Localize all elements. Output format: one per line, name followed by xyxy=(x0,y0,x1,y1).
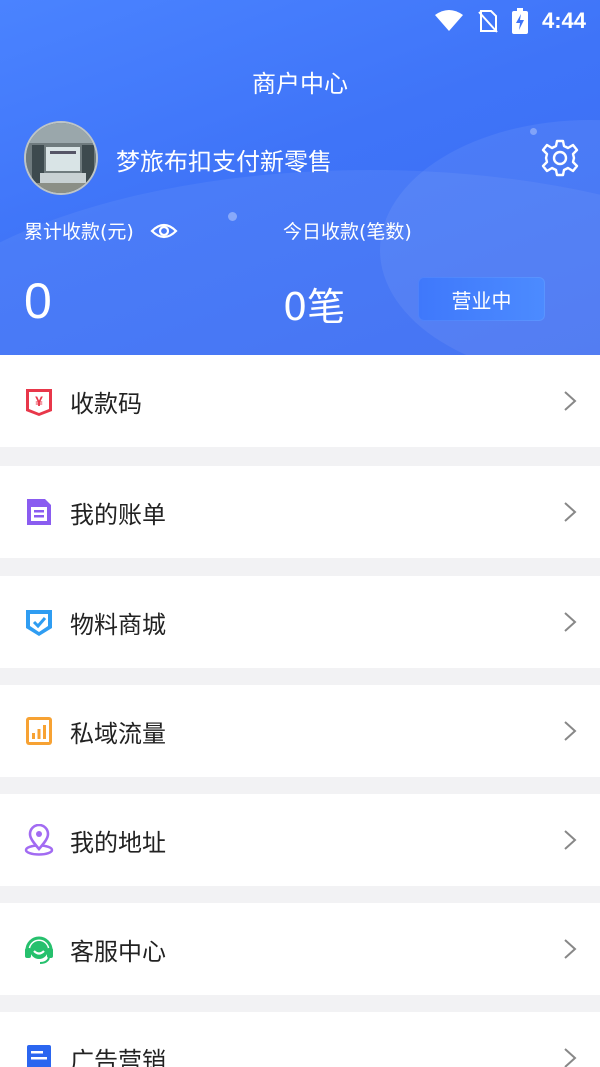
chevron-right-icon xyxy=(564,830,577,850)
today-collection-value: 0笔 xyxy=(283,285,346,329)
shop-name: 梦旅布扣支付新零售 xyxy=(116,148,332,176)
svg-text:¥: ¥ xyxy=(35,393,43,409)
payment-code-icon: ¥ xyxy=(26,389,52,416)
menu-item-material-mall[interactable]: 物料商城 xyxy=(0,576,600,668)
menu-item-label: 我的账单 xyxy=(70,500,166,529)
menu-item-customer-service[interactable]: 客服中心 xyxy=(0,903,600,995)
total-collection-label: 累计收款(元) xyxy=(24,217,178,244)
header-dot-decoration xyxy=(228,212,237,221)
menu-item-label: 私域流量 xyxy=(70,719,166,748)
header-dot-decoration xyxy=(530,128,537,135)
chevron-right-icon xyxy=(564,391,577,411)
chevron-right-icon xyxy=(564,721,577,741)
gear-icon[interactable] xyxy=(540,138,580,178)
menu-item-ad-marketing[interactable]: 广告营销 xyxy=(0,1012,600,1067)
shield-check-icon xyxy=(26,610,52,636)
wifi-icon xyxy=(434,10,463,31)
total-collection-value: 0 xyxy=(24,273,52,329)
battery-charging-icon xyxy=(511,8,528,34)
status-time: 4:44 xyxy=(541,8,586,33)
status-bar: 4:44 xyxy=(0,0,600,42)
menu-item-label: 收款码 xyxy=(70,389,142,418)
eye-icon[interactable] xyxy=(150,221,178,241)
total-collection-label-text: 累计收款(元) xyxy=(24,221,134,243)
chevron-right-icon xyxy=(564,612,577,632)
menu-item-label: 客服中心 xyxy=(70,937,166,966)
headset-icon xyxy=(25,936,53,964)
chevron-right-icon xyxy=(564,502,577,522)
ad-icon xyxy=(27,1045,51,1067)
business-status-button[interactable]: 营业中 xyxy=(418,277,545,321)
menu-item-private-traffic[interactable]: 私域流量 xyxy=(0,685,600,777)
avatar[interactable] xyxy=(24,121,98,195)
header: 4:44 商户中心 梦旅布扣支付新零售 累计收款(元) 今日收款(笔数) 0 0… xyxy=(0,0,600,355)
today-collection-label: 今日收款(笔数) xyxy=(283,221,412,243)
bill-icon xyxy=(27,499,51,525)
location-icon xyxy=(24,824,54,856)
page-title: 商户中心 xyxy=(252,70,348,98)
chevron-right-icon xyxy=(564,939,577,959)
menu-item-label: 物料商城 xyxy=(70,610,166,639)
chevron-right-icon xyxy=(564,1048,577,1067)
menu-item-label: 广告营销 xyxy=(70,1046,166,1067)
menu-item-my-address[interactable]: 我的地址 xyxy=(0,794,600,886)
menu-item-label: 我的地址 xyxy=(70,828,166,857)
shop-photo-image xyxy=(26,123,96,193)
menu-item-my-bills[interactable]: 我的账单 xyxy=(0,466,600,558)
no-sim-icon xyxy=(478,10,498,33)
chart-icon xyxy=(26,717,52,745)
menu-item-payment-code[interactable]: ¥ 收款码 xyxy=(0,355,600,447)
